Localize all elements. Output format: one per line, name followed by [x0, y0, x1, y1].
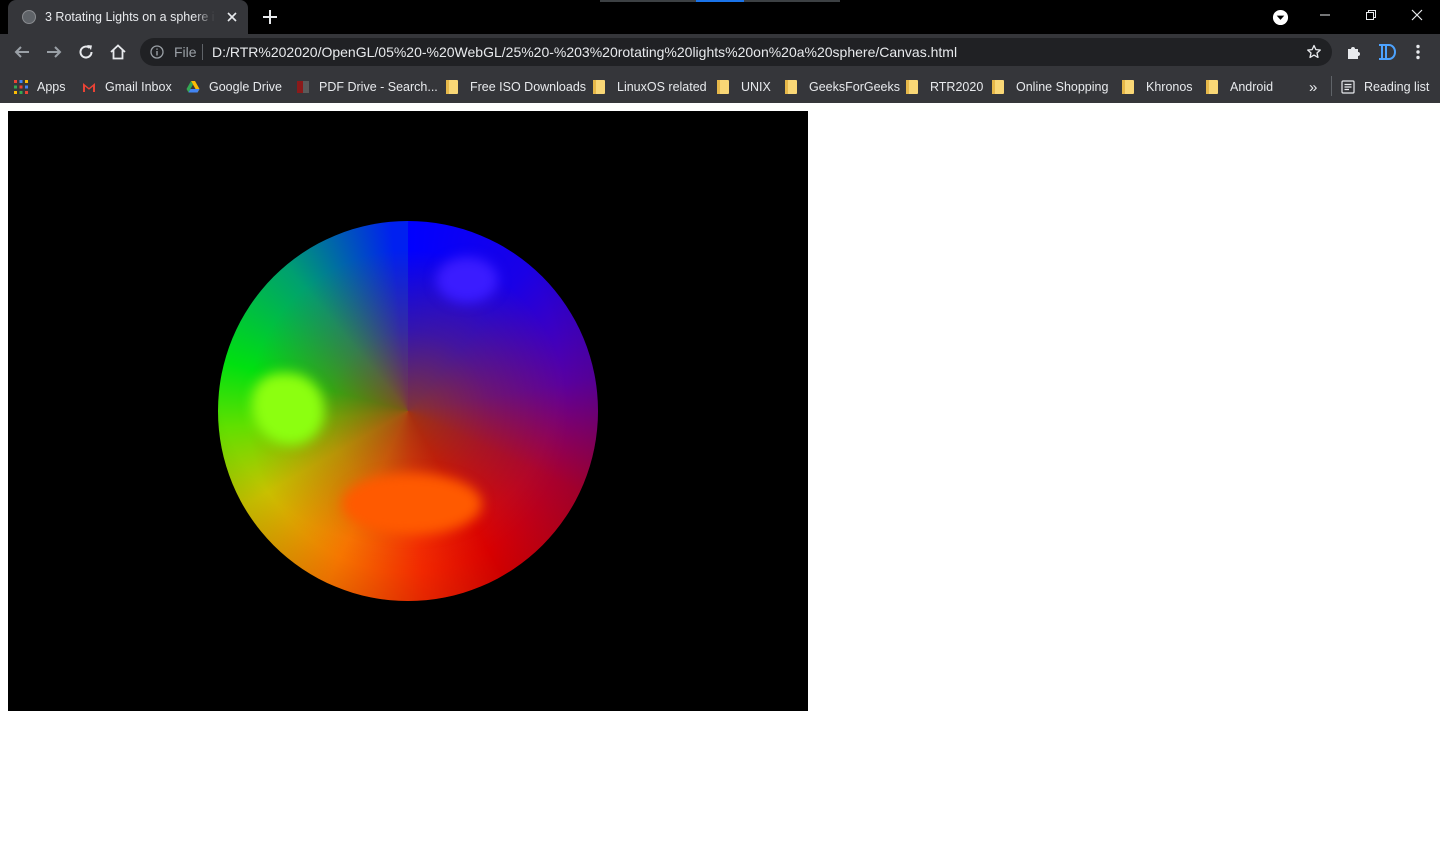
bookmark-folder[interactable]: Online Shopping [992, 76, 1108, 98]
address-bar[interactable]: File D:/RTR%202020/OpenGL/05%20-%20WebGL… [140, 38, 1332, 66]
bookmark-label: PDF Drive - Search... [319, 80, 438, 94]
info-icon[interactable] [150, 45, 164, 59]
bookmark-label: Free ISO Downloads [470, 80, 587, 94]
bookmark-label: UNIX [741, 80, 771, 94]
bookmark-folder[interactable]: Free ISO Downloads [446, 76, 586, 98]
browser-chrome: 3 Rotating Lights on a sphere in WebGL [0, 0, 1440, 103]
bookmark-label: LinuxOS related [617, 80, 707, 94]
restore-button[interactable] [1348, 0, 1394, 30]
bookmark-folder[interactable]: Khronos [1122, 76, 1193, 98]
pdf-drive-icon [297, 81, 309, 93]
forward-button[interactable] [42, 40, 66, 64]
bookmarks-overflow-button[interactable]: » [1309, 76, 1317, 98]
toolbar: File D:/RTR%202020/OpenGL/05%20-%20WebGL… [0, 34, 1440, 70]
bookmark-folder[interactable]: Android [1206, 76, 1273, 98]
bookmark-label: Google Drive [209, 80, 282, 94]
reading-list-icon [1341, 80, 1355, 94]
tab-active[interactable]: 3 Rotating Lights on a sphere in WebGL [8, 0, 248, 34]
bookmark-label: Gmail Inbox [105, 80, 172, 94]
bookmark-folder[interactable]: GeeksForGeeks [785, 76, 900, 98]
folder-icon [992, 80, 1004, 94]
reading-list-label: Reading list [1364, 80, 1430, 94]
star-icon[interactable] [1306, 44, 1322, 60]
more-vertical-icon [1416, 44, 1420, 60]
reload-button[interactable] [74, 40, 98, 64]
tab-search-icon[interactable] [1272, 9, 1289, 26]
bookmarks-divider [1331, 76, 1332, 96]
close-icon [1411, 9, 1423, 21]
home-icon [110, 44, 126, 60]
bookmark-label: Online Shopping [1016, 80, 1109, 94]
bookmark-folder[interactable]: RTR2020 [906, 76, 983, 98]
bookmark-label: RTR2020 [930, 80, 984, 94]
bookmark-label: Android [1230, 80, 1274, 94]
bookmark-pdf-drive[interactable]: PDF Drive - Search... [296, 76, 438, 98]
bookmark-label: GeeksForGeeks [809, 80, 901, 94]
avatar-icon [1379, 44, 1396, 60]
back-button[interactable] [10, 40, 34, 64]
bookmark-folder[interactable]: UNIX [717, 76, 771, 98]
restore-icon [1366, 10, 1376, 20]
minimize-button[interactable] [1302, 0, 1348, 30]
minimize-icon [1320, 14, 1330, 16]
bookmark-label: Apps [37, 80, 66, 94]
url-text[interactable]: D:/RTR%202020/OpenGL/05%20-%20WebGL/25%2… [212, 44, 957, 60]
folder-icon [717, 80, 729, 94]
webgl-canvas[interactable] [8, 111, 808, 711]
tab-strip-accent-active [696, 0, 744, 2]
bookmarks-bar: Apps Gmail Inbox Google Drive PDF Drive … [0, 70, 1440, 103]
bookmark-apps[interactable]: Apps [14, 76, 66, 98]
bookmark-google-drive[interactable]: Google Drive [186, 76, 282, 98]
folder-icon [906, 80, 918, 94]
bookmark-gmail[interactable]: Gmail Inbox [82, 76, 172, 98]
folder-icon [1122, 80, 1134, 94]
bookmark-label: Khronos [1146, 80, 1193, 94]
reading-list-button[interactable]: Reading list [1341, 76, 1429, 98]
extensions-button[interactable] [1342, 40, 1366, 64]
chevron-double-right-icon: » [1309, 78, 1318, 96]
arrow-left-icon [14, 46, 29, 58]
globe-icon [22, 10, 36, 24]
reload-icon [79, 45, 93, 59]
folder-icon [446, 80, 458, 94]
home-button[interactable] [106, 40, 130, 64]
tab-strip: 3 Rotating Lights on a sphere in WebGL [0, 0, 1440, 34]
close-icon[interactable] [224, 9, 240, 25]
folder-icon [593, 80, 605, 94]
arrow-right-icon [47, 46, 62, 58]
gmail-icon [83, 83, 95, 92]
bookmark-folder[interactable]: LinuxOS related [593, 76, 707, 98]
tab-strip-accent [744, 0, 840, 2]
menu-button[interactable] [1406, 40, 1430, 64]
close-window-button[interactable] [1394, 0, 1440, 30]
tab-title: 3 Rotating Lights on a sphere in WebGL [45, 10, 215, 24]
folder-icon [1206, 80, 1218, 94]
profile-avatar[interactable] [1374, 40, 1398, 64]
apps-grid-icon [14, 80, 28, 94]
folder-icon [785, 80, 797, 94]
google-drive-icon [186, 81, 200, 93]
tab-strip-accent [600, 0, 696, 2]
puzzle-icon [1348, 47, 1360, 59]
sphere-edge-shading [218, 221, 598, 601]
plus-icon[interactable] [261, 8, 279, 26]
scheme-label: File [174, 44, 197, 60]
omnibox-divider [202, 44, 203, 60]
lit-sphere [218, 221, 598, 601]
